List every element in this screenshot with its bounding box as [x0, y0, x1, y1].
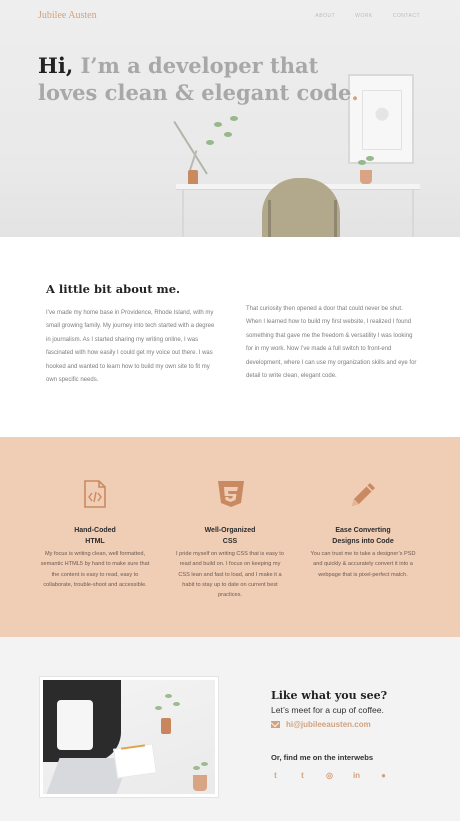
chair: [262, 178, 340, 237]
pencil-icon: [352, 483, 375, 506]
about-title: A little bit about me.: [46, 282, 181, 296]
skill-title: Hand-Coded HTML: [74, 527, 116, 545]
hero-hi: Hi,: [38, 53, 74, 78]
github-icon[interactable]: ●: [379, 771, 388, 780]
email-row: hi@jubileeausten.com: [271, 720, 371, 729]
hero-section: Jubilee Austen ABOUT WORK CONTACT Hi, I’…: [0, 0, 460, 237]
site-logo[interactable]: Jubilee Austen: [38, 10, 97, 21]
leaf: [214, 122, 222, 127]
vase: [161, 718, 171, 734]
contact-title: Like what you see?: [271, 689, 388, 702]
code-file-icon: [84, 480, 106, 508]
contact-section: [0, 637, 460, 821]
skills-section: Hand-Coded HTML My focus is writing clean…: [0, 437, 460, 637]
skill-description: You can trust me to take a designer’s PS…: [310, 551, 416, 578]
skill-description: I pride myself on writing CSS that is ea…: [176, 551, 284, 599]
vase: [188, 170, 198, 184]
hero-headline-dot: .: [351, 80, 359, 105]
css3-icon: [218, 481, 244, 507]
social-heading: Or, find me on the interwebs: [271, 753, 374, 762]
skill-title: Ease Converting Designs into Code: [332, 527, 394, 545]
nav-work-link[interactable]: WORK: [355, 13, 373, 19]
hero-headline: Hi, I’m a developer that loves clean & e…: [38, 52, 378, 106]
plant-pot: [193, 775, 207, 791]
skill-description: My focus is writing clean, well formatte…: [40, 551, 150, 588]
nav-links: ABOUT WORK CONTACT: [315, 13, 420, 19]
nav-about-link[interactable]: ABOUT: [315, 13, 335, 19]
about-section: A little bit about me. I’ve made my home…: [0, 237, 460, 437]
linkedin-icon[interactable]: in: [352, 771, 361, 780]
about-paragraph-1: I’ve made my home base in Providence, Rh…: [46, 310, 215, 384]
envelope-icon: [271, 721, 280, 728]
social-links: t t ◎ in ●: [271, 771, 388, 780]
instagram-icon[interactable]: ◎: [325, 771, 334, 780]
leaf: [358, 160, 366, 165]
nav-contact-link[interactable]: CONTACT: [393, 13, 420, 19]
workspace-photo: [40, 677, 218, 797]
top-nav: Jubilee Austen ABOUT WORK CONTACT: [0, 0, 460, 30]
twitter-icon[interactable]: t: [271, 771, 280, 780]
about-paragraph-2: That curiosity then opened a door that c…: [246, 306, 417, 380]
leaf: [206, 140, 214, 145]
email-link[interactable]: hi@jubileeausten.com: [286, 720, 371, 729]
desk-leg: [182, 190, 184, 237]
plant-pot: [360, 170, 372, 184]
hero-headline-rest: I’m a developer that loves clean & elega…: [38, 53, 352, 105]
contact-subtitle: Let’s meet for a cup of coffee.: [271, 705, 384, 715]
notebook: [113, 743, 157, 779]
leaf: [366, 156, 374, 161]
skill-title: Well-Organized CSS: [204, 527, 256, 545]
leaf: [230, 116, 238, 121]
tumblr-icon[interactable]: t: [298, 771, 307, 780]
leaf: [224, 132, 232, 137]
desk-leg: [412, 190, 414, 237]
chair-leg: [268, 200, 271, 237]
chair-leg: [334, 200, 337, 237]
